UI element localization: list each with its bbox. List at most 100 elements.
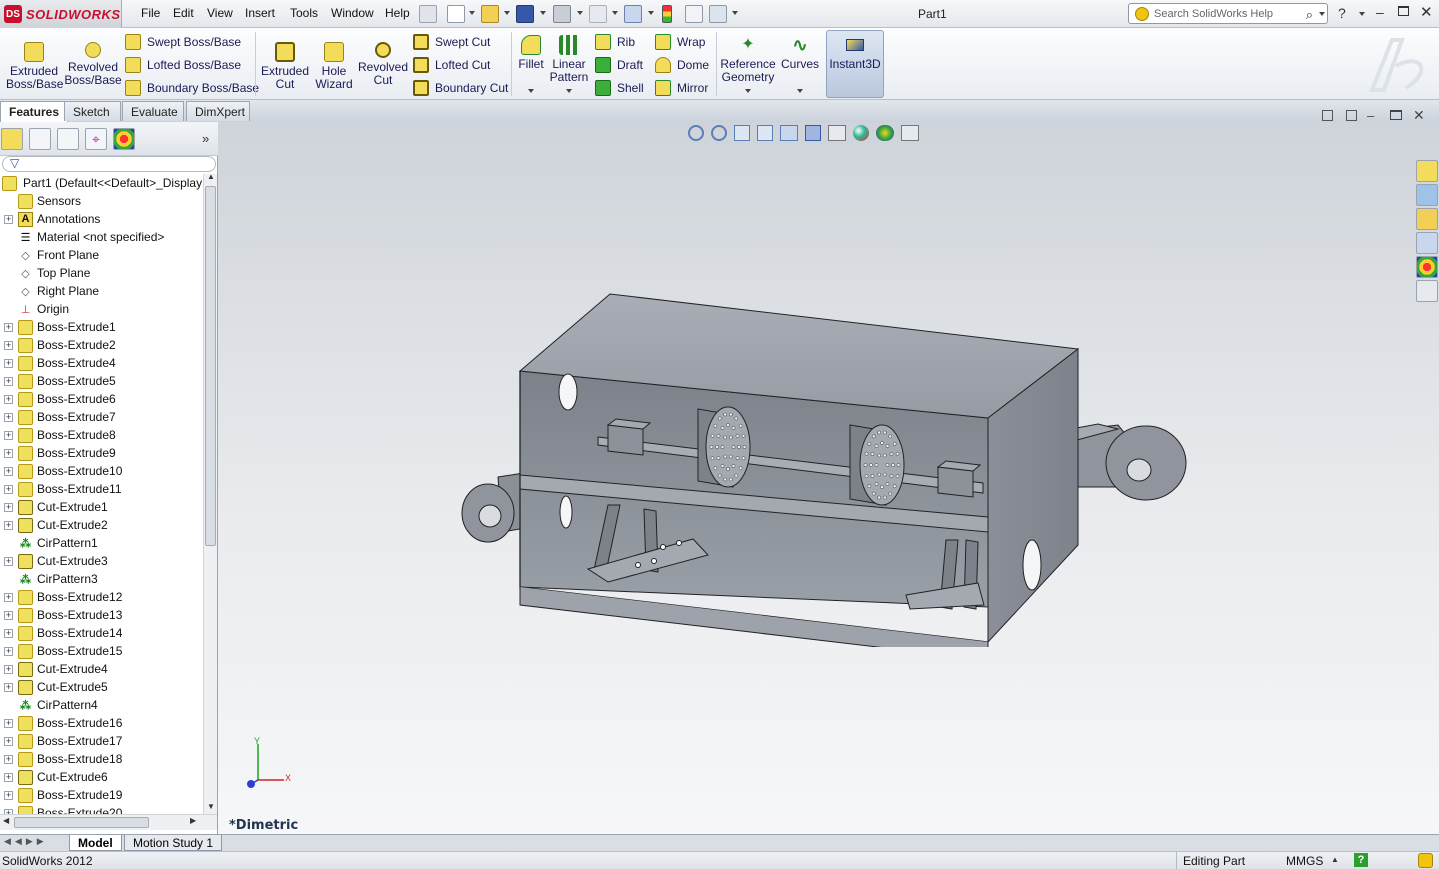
tree-item[interactable]: + Boss-Extrude18 [0,750,203,768]
expand-toggle-icon[interactable]: + [4,358,13,368]
tab-nav-arrows-icon[interactable]: ◀◀▶▶ [4,836,48,847]
menu-help[interactable]: Help [385,6,410,22]
expand-toggle-icon[interactable]: + [4,340,13,350]
quick-tips-help-icon[interactable]: ? [1354,853,1368,867]
chevron-down-icon[interactable] [745,89,751,93]
tree-item[interactable]: + Boss-Extrude15 [0,642,203,660]
zoom-to-fit-icon[interactable] [688,125,704,141]
menu-view[interactable]: View [207,6,233,22]
tree-item[interactable]: + Cut-Extrude1 [0,498,203,516]
revolved-cut-button[interactable]: Revolved Cut [357,42,409,87]
tree-root[interactable]: Part1 (Default<<Default>_Display [0,174,203,192]
chevron-down-icon[interactable] [566,89,572,93]
tree-item[interactable]: + Boss-Extrude2 [0,336,203,354]
curves-button[interactable]: ∿ Curves [780,35,820,71]
extruded-boss-button[interactable]: Extruded Boss/Base [6,42,63,91]
menu-window[interactable]: Window [331,6,374,22]
tree-item[interactable]: + Boss-Extrude4 [0,354,203,372]
solidworks-logo[interactable]: DS SOLIDWORKS [0,0,122,28]
tree-item[interactable]: + Boss-Extrude12 [0,588,203,606]
file-explorer-icon[interactable] [1416,208,1438,230]
expand-toggle-icon[interactable]: + [4,772,13,782]
expand-toggle-icon[interactable]: + [4,448,13,458]
expand-toggle-icon[interactable]: + [4,394,13,404]
chevron-down-icon[interactable] [612,11,618,15]
tree-item[interactable]: + Cut-Extrude4 [0,660,203,678]
zoom-to-area-icon[interactable] [711,125,727,141]
dome-button[interactable]: Dome [655,55,709,75]
tree-item[interactable]: ⁂ CirPattern1 [0,534,203,552]
design-library-icon[interactable] [1416,184,1438,206]
scroll-left-icon[interactable]: ◀ [3,816,9,825]
hole-wizard-button[interactable]: Hole Wizard [311,42,357,91]
section-view-icon[interactable] [757,125,773,141]
expand-toggle-icon[interactable]: + [4,556,13,566]
mirror-button[interactable]: Mirror [655,78,708,98]
expand-toggle-icon[interactable]: + [4,628,13,638]
chevron-down-icon[interactable] [577,11,583,15]
scrollbar-thumb[interactable] [14,817,149,828]
swept-boss-button[interactable]: Swept Boss/Base [125,32,241,52]
expand-toggle-icon[interactable]: + [4,610,13,620]
lofted-boss-button[interactable]: Lofted Boss/Base [125,55,241,75]
menu-edit[interactable]: Edit [173,6,194,22]
tree-item[interactable]: + Boss-Extrude6 [0,390,203,408]
tab-sketch[interactable]: Sketch [64,101,121,121]
chevron-down-icon[interactable] [732,11,738,15]
tree-item[interactable]: Sensors [0,192,203,210]
tab-dimxpert[interactable]: DimXpert [186,101,250,121]
tree-item[interactable]: + Boss-Extrude14 [0,624,203,642]
swept-cut-button[interactable]: Swept Cut [413,32,490,52]
units-selector[interactable]: MMGS [1286,854,1323,868]
expand-panel-icon[interactable]: » [202,131,209,146]
property-manager-tab-icon[interactable] [29,128,51,150]
expand-toggle-icon[interactable]: + [4,664,13,674]
expand-toggle-icon[interactable]: + [4,754,13,764]
dimxpert-manager-tab-icon[interactable]: ⌖ [85,128,107,150]
undo-icon[interactable] [589,5,607,23]
previous-view-icon[interactable] [734,125,750,141]
expand-toggle-icon[interactable]: + [4,502,13,512]
tree-item[interactable]: + Boss-Extrude19 [0,786,203,804]
tree-item[interactable]: + Cut-Extrude6 [0,768,203,786]
file-properties-icon[interactable] [685,5,703,23]
tree-item[interactable]: ◇ Top Plane [0,264,203,282]
expand-toggle-icon[interactable]: + [4,718,13,728]
chevron-down-icon[interactable] [504,11,510,15]
shell-button[interactable]: Shell [595,78,644,98]
graphics-left-pane-icon[interactable] [1322,110,1333,121]
chevron-down-icon[interactable] [528,89,534,93]
graphics-restore-icon[interactable] [1390,110,1402,120]
rebuild-status-icon[interactable] [1418,853,1433,868]
feature-manager-tab-icon[interactable] [1,128,23,150]
linear-pattern-button[interactable]: Linear Pattern [548,35,590,84]
help-icon[interactable]: ? [1338,5,1346,21]
expand-toggle-icon[interactable]: + [4,322,13,332]
scroll-right-icon[interactable]: ▶ [190,816,196,825]
tree-item[interactable]: + Cut-Extrude3 [0,552,203,570]
options-icon[interactable] [709,5,727,23]
chevron-up-icon[interactable]: ▲ [1331,855,1339,864]
scroll-up-icon[interactable]: ▲ [207,172,215,181]
hide-show-items-icon[interactable] [828,125,846,141]
fillet-button[interactable]: Fillet [516,35,546,71]
minimize-icon[interactable]: – [1376,4,1384,20]
close-icon[interactable]: ✕ [1420,3,1433,21]
view-palette-icon[interactable] [1416,232,1438,254]
open-folder-icon[interactable] [481,5,499,23]
tree-item[interactable]: ◇ Right Plane [0,282,203,300]
draft-button[interactable]: Draft [595,55,643,75]
tree-item[interactable]: + Boss-Extrude5 [0,372,203,390]
solidworks-resources-icon[interactable] [1416,160,1438,182]
tab-features[interactable]: Features [0,101,69,122]
tree-item[interactable]: ⁂ CirPattern3 [0,570,203,588]
expand-toggle-icon[interactable]: + [4,790,13,800]
tab-model[interactable]: Model [69,835,122,851]
graphics-close-icon[interactable]: ✕ [1413,107,1425,124]
display-style-icon[interactable] [805,125,821,141]
view-orientation-icon[interactable] [780,125,798,141]
pin-icon[interactable] [419,5,437,23]
tree-vertical-scrollbar[interactable]: ▲ ▼ [203,172,217,814]
tree-item[interactable]: + Boss-Extrude1 [0,318,203,336]
tree-item[interactable]: ⁂ CirPattern4 [0,696,203,714]
